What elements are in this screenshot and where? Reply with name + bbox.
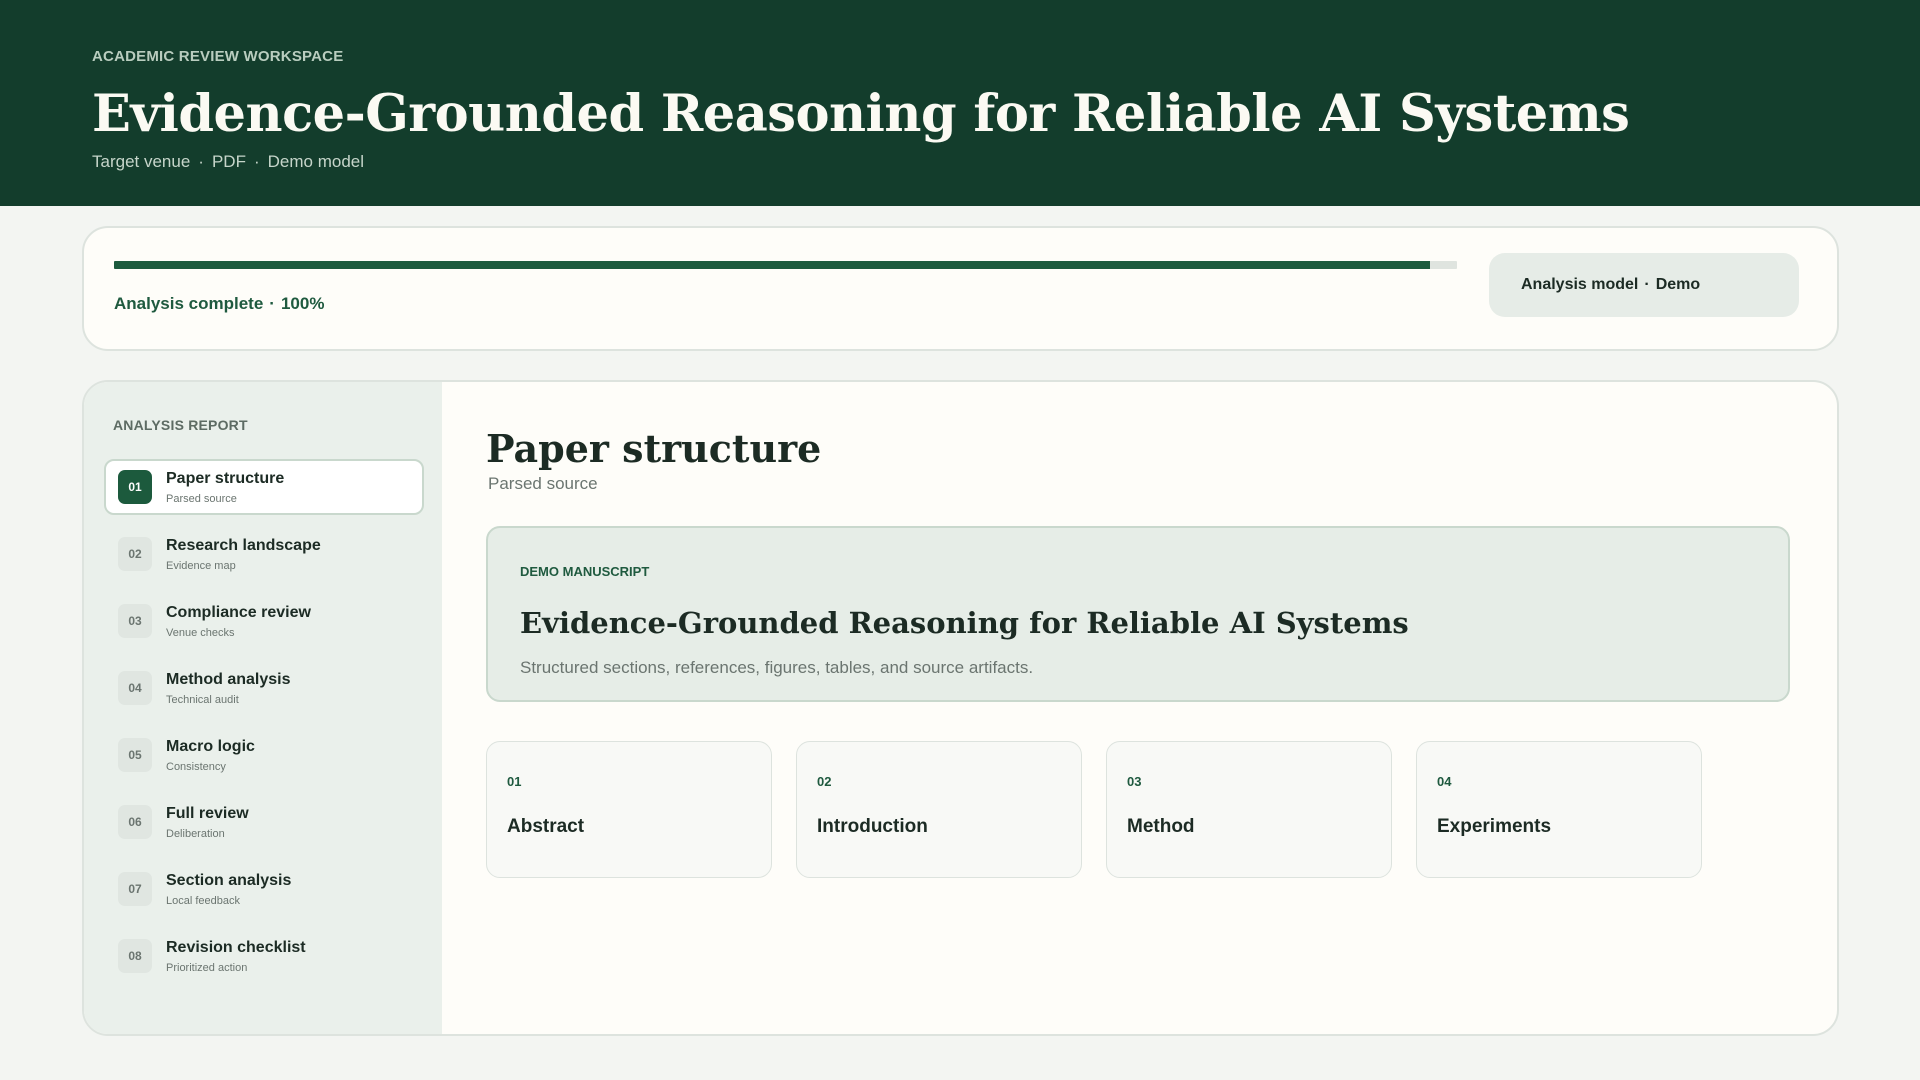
paper-sections-grid: 01 Abstract 02 Introduction 03 Method 04 Experi…	[486, 741, 1790, 879]
manuscript-tag: DEMO MANUSCRIPT	[520, 564, 650, 579]
workspace-label: ACADEMIC REVIEW WORKSPACE	[92, 48, 344, 65]
nav-step-number: 08	[118, 939, 152, 973]
nav-step-number: 07	[118, 872, 152, 906]
nav-step-number: 02	[118, 537, 152, 571]
progress-status-label: Analysis complete	[114, 294, 264, 313]
meta-model: Demo model	[267, 152, 365, 171]
nav-item-sublabel: Venue checks	[166, 627, 235, 639]
meta-venue: Target venue	[92, 152, 191, 171]
nav-item-label: Revision checklist	[166, 939, 306, 956]
section-number: 01	[507, 774, 522, 789]
meta-format: PDF	[211, 152, 246, 171]
manuscript-description: Structured sections, references, figures…	[520, 658, 1034, 677]
manuscript-card: DEMO MANUSCRIPT Evidence-Grounded Reason…	[486, 526, 1790, 702]
progress-percent: 100%	[280, 294, 325, 313]
sidebar-item-revision-checklist[interactable]: 08 Revision checklist Prioritized action	[104, 928, 424, 984]
section-number: 03	[1127, 774, 1142, 789]
sidebar-item-method-analysis[interactable]: 04 Method analysis Technical audit	[104, 660, 424, 716]
nav-step-number: 05	[118, 738, 152, 772]
model-label: Analysis model	[1521, 276, 1639, 293]
nav-item-sublabel: Technical audit	[166, 694, 239, 706]
status-separator: ·	[269, 294, 275, 313]
nav-step-number: 03	[118, 604, 152, 638]
section-number: 04	[1437, 774, 1452, 789]
nav-item-sublabel: Prioritized action	[166, 962, 248, 974]
nav-item-label: Method analysis	[166, 671, 291, 688]
nav-item-label: Section analysis	[166, 872, 292, 889]
nav-item-label: Research landscape	[166, 537, 321, 554]
sidebar-item-paper-structure[interactable]: 01 Paper structure Parsed source	[104, 459, 424, 515]
section-title: Paper structure	[486, 426, 822, 471]
paper-meta: Target venue · PDF · Demo model	[92, 152, 364, 172]
section-name: Experiments	[1437, 816, 1552, 837]
section-card-method[interactable]: 03 Method	[1106, 741, 1392, 878]
analysis-model-badge[interactable]: Analysis model · Demo	[1489, 253, 1799, 317]
sidebar-item-macro-logic[interactable]: 05 Macro logic Consistency	[104, 727, 424, 783]
nav-item-sublabel: Deliberation	[166, 828, 225, 840]
report-panel: ANALYSIS REPORT 01 Paper structure Parsed …	[82, 380, 1839, 1036]
nav-item-sublabel: Evidence map	[166, 560, 236, 572]
section-card-abstract[interactable]: 01 Abstract	[486, 741, 772, 878]
sidebar-item-compliance-review[interactable]: 03 Compliance review Venue checks	[104, 593, 424, 649]
sidebar-item-research-landscape[interactable]: 02 Research landscape Evidence map	[104, 526, 424, 582]
section-name: Abstract	[507, 816, 585, 837]
nav-item-label: Compliance review	[166, 604, 311, 621]
meta-separator: ·	[253, 152, 260, 171]
model-separator: ·	[1644, 276, 1650, 293]
sidebar-item-full-review[interactable]: 06 Full review Deliberation	[104, 794, 424, 850]
progress-bar	[114, 261, 1457, 269]
section-name: Introduction	[817, 816, 928, 837]
section-name: Method	[1127, 816, 1195, 837]
section-subtitle: Parsed source	[488, 474, 598, 493]
page-header: ACADEMIC REVIEW WORKSPACE Evidence-Groun…	[0, 0, 1920, 206]
sidebar-heading: ANALYSIS REPORT	[113, 417, 248, 433]
analysis-progress-card: Analysis complete · 100% Analysis model · De…	[82, 226, 1839, 351]
nav-step-number: 01	[118, 470, 152, 504]
nav-item-label: Full review	[166, 805, 249, 822]
nav-item-label: Paper structure	[166, 470, 285, 487]
sidebar-item-section-analysis[interactable]: 07 Section analysis Local feedback	[104, 861, 424, 917]
report-nav: 01 Paper structure Parsed source 02 Research…	[104, 459, 424, 995]
progress-status: Analysis complete · 100%	[114, 294, 324, 314]
section-card-experiments[interactable]: 04 Experiments	[1416, 741, 1702, 878]
section-number: 02	[817, 774, 832, 789]
nav-item-sublabel: Parsed source	[166, 493, 237, 505]
nav-item-sublabel: Consistency	[166, 761, 226, 773]
nav-step-number: 06	[118, 805, 152, 839]
nav-item-label: Macro logic	[166, 738, 255, 755]
progress-bar-fill	[114, 261, 1431, 269]
report-content: Paper structure Parsed source DEMO MANUS…	[442, 382, 1837, 1034]
section-card-introduction[interactable]: 02 Introduction	[796, 741, 1082, 878]
page-title: Evidence-Grounded Reasoning for Reliable…	[92, 84, 1630, 144]
meta-separator: ·	[198, 152, 204, 171]
nav-item-sublabel: Local feedback	[166, 895, 240, 907]
report-sidebar: ANALYSIS REPORT 01 Paper structure Parsed …	[84, 382, 442, 1034]
model-value: Demo	[1655, 276, 1701, 293]
manuscript-title: Evidence-Grounded Reasoning for Reliable…	[520, 606, 1409, 640]
nav-step-number: 04	[118, 671, 152, 705]
